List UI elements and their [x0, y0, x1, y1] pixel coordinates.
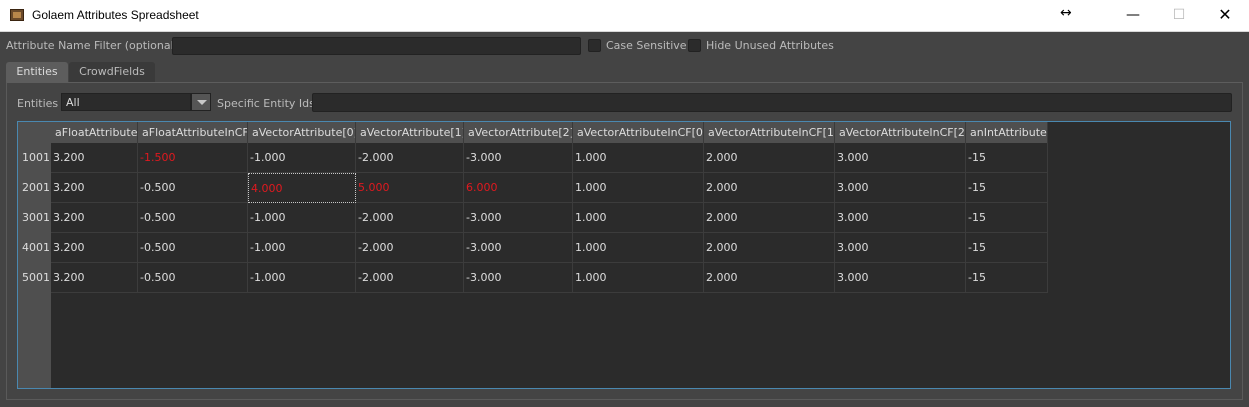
column-header[interactable]: aVectorAttribute[1]	[356, 122, 464, 143]
table-cell[interactable]: -3.000	[464, 143, 573, 173]
column-header[interactable]: aFloatAttributeInCF	[138, 122, 248, 143]
table-cell[interactable]: -15	[966, 263, 1048, 293]
table-cell[interactable]: 1.000	[573, 203, 704, 233]
row-header[interactable]: 4001	[18, 233, 51, 263]
table-cell[interactable]: -1.000	[248, 233, 356, 263]
table-cell[interactable]: -2.000	[356, 263, 464, 293]
table-cell[interactable]: 5.000	[356, 173, 464, 203]
table-cell[interactable]: 3.200	[51, 263, 138, 293]
row-header[interactable]: 5001	[18, 263, 51, 293]
tab-entities[interactable]: Entities	[6, 62, 68, 82]
table-cell[interactable]: -3.000	[464, 203, 573, 233]
entities-select-value: All	[66, 96, 80, 109]
table-cell[interactable]: -2.000	[356, 143, 464, 173]
specific-entity-ids-label: Specific Entity Ids	[217, 97, 315, 110]
column-header[interactable]: anIntAttribute	[966, 122, 1048, 143]
table-cell[interactable]: 3.200	[51, 203, 138, 233]
table-cell[interactable]: 2.000	[704, 173, 835, 203]
table-cell[interactable]: -3.000	[464, 263, 573, 293]
hide-unused-label: Hide Unused Attributes	[706, 39, 834, 52]
maximize-button[interactable]: ☐	[1156, 0, 1202, 31]
table-cell[interactable]: 2.000	[704, 263, 835, 293]
table-cell[interactable]: -3.000	[464, 233, 573, 263]
column-header[interactable]: aVectorAttributeInCF[1]	[704, 122, 835, 143]
table-cell[interactable]: 3.200	[51, 143, 138, 173]
table-cell[interactable]: 3.000	[835, 263, 966, 293]
close-button[interactable]: ✕	[1202, 0, 1248, 31]
entities-label: Entities	[17, 97, 59, 110]
row-header[interactable]: 1001	[18, 143, 51, 173]
specific-entity-ids-input[interactable]	[312, 93, 1232, 112]
attribute-name-filter-label: Attribute Name Filter (optional)	[6, 39, 178, 52]
table-cell[interactable]: 3.200	[51, 233, 138, 263]
chevron-down-icon[interactable]	[191, 93, 211, 111]
column-header[interactable]: aVectorAttribute[0]	[248, 122, 356, 143]
table-cell[interactable]: -2.000	[356, 203, 464, 233]
window-title: Golaem Attributes Spreadsheet	[32, 8, 199, 22]
case-sensitive-checkbox[interactable]	[588, 39, 601, 52]
table-cell[interactable]: -2.000	[356, 233, 464, 263]
title-bar: Golaem Attributes Spreadsheet ↔ — ☐ ✕	[0, 0, 1249, 32]
table-cell[interactable]: 1.000	[573, 173, 704, 203]
table-cell[interactable]: -15	[966, 143, 1048, 173]
table-cell[interactable]: 3.000	[835, 143, 966, 173]
minimize-button[interactable]: —	[1110, 0, 1156, 31]
table-cell[interactable]: 2.000	[704, 203, 835, 233]
row-header[interactable]: 3001	[18, 203, 51, 233]
table-cell[interactable]: -0.500	[138, 203, 248, 233]
table-cell[interactable]: 6.000	[464, 173, 573, 203]
table-corner-button[interactable]	[18, 122, 51, 143]
resize-arrows-icon: ↔	[1060, 5, 1072, 21]
table-cell[interactable]: 4.000	[248, 173, 356, 203]
table-cell[interactable]: 3.000	[835, 233, 966, 263]
case-sensitive-label: Case Sensitive	[606, 39, 687, 52]
filter-row: Attribute Name Filter (optional) Case Se…	[0, 37, 1249, 55]
table-cell[interactable]: -0.500	[138, 263, 248, 293]
table-cell[interactable]: 3.200	[51, 173, 138, 203]
column-header[interactable]: aVectorAttributeInCF[2]	[835, 122, 966, 143]
table-cell[interactable]: 1.000	[573, 263, 704, 293]
table-cell[interactable]: -1.000	[248, 143, 356, 173]
table-cell[interactable]: 3.000	[835, 173, 966, 203]
app-icon	[10, 9, 24, 21]
tab-crowdfields[interactable]: CrowdFields	[69, 62, 155, 82]
column-header[interactable]: aFloatAttribute	[51, 122, 138, 143]
attribute-name-filter-input[interactable]	[172, 37, 581, 55]
table-cell[interactable]: 1.000	[573, 143, 704, 173]
table-cell[interactable]: -0.500	[138, 233, 248, 263]
hide-unused-checkbox[interactable]	[688, 39, 701, 52]
table-cell[interactable]: -15	[966, 173, 1048, 203]
table-cell[interactable]: -15	[966, 203, 1048, 233]
table-cell[interactable]: -1.000	[248, 203, 356, 233]
column-header[interactable]: aVectorAttributeInCF[0]	[573, 122, 704, 143]
table-cell[interactable]: -1.000	[248, 263, 356, 293]
table-cell[interactable]: -1.500	[138, 143, 248, 173]
column-header[interactable]: aVectorAttribute[2]	[464, 122, 573, 143]
table-cell[interactable]: 1.000	[573, 233, 704, 263]
attributes-table: aFloatAttribute aFloatAttributeInCF aVecto…	[17, 121, 1231, 389]
table-cell[interactable]: -0.500	[138, 173, 248, 203]
table-cell[interactable]: -15	[966, 233, 1048, 263]
table-cell[interactable]: 3.000	[835, 203, 966, 233]
row-header[interactable]: 2001	[18, 173, 51, 203]
entities-select[interactable]: All	[61, 93, 191, 111]
table-cell[interactable]: 2.000	[704, 143, 835, 173]
table-cell[interactable]: 2.000	[704, 233, 835, 263]
